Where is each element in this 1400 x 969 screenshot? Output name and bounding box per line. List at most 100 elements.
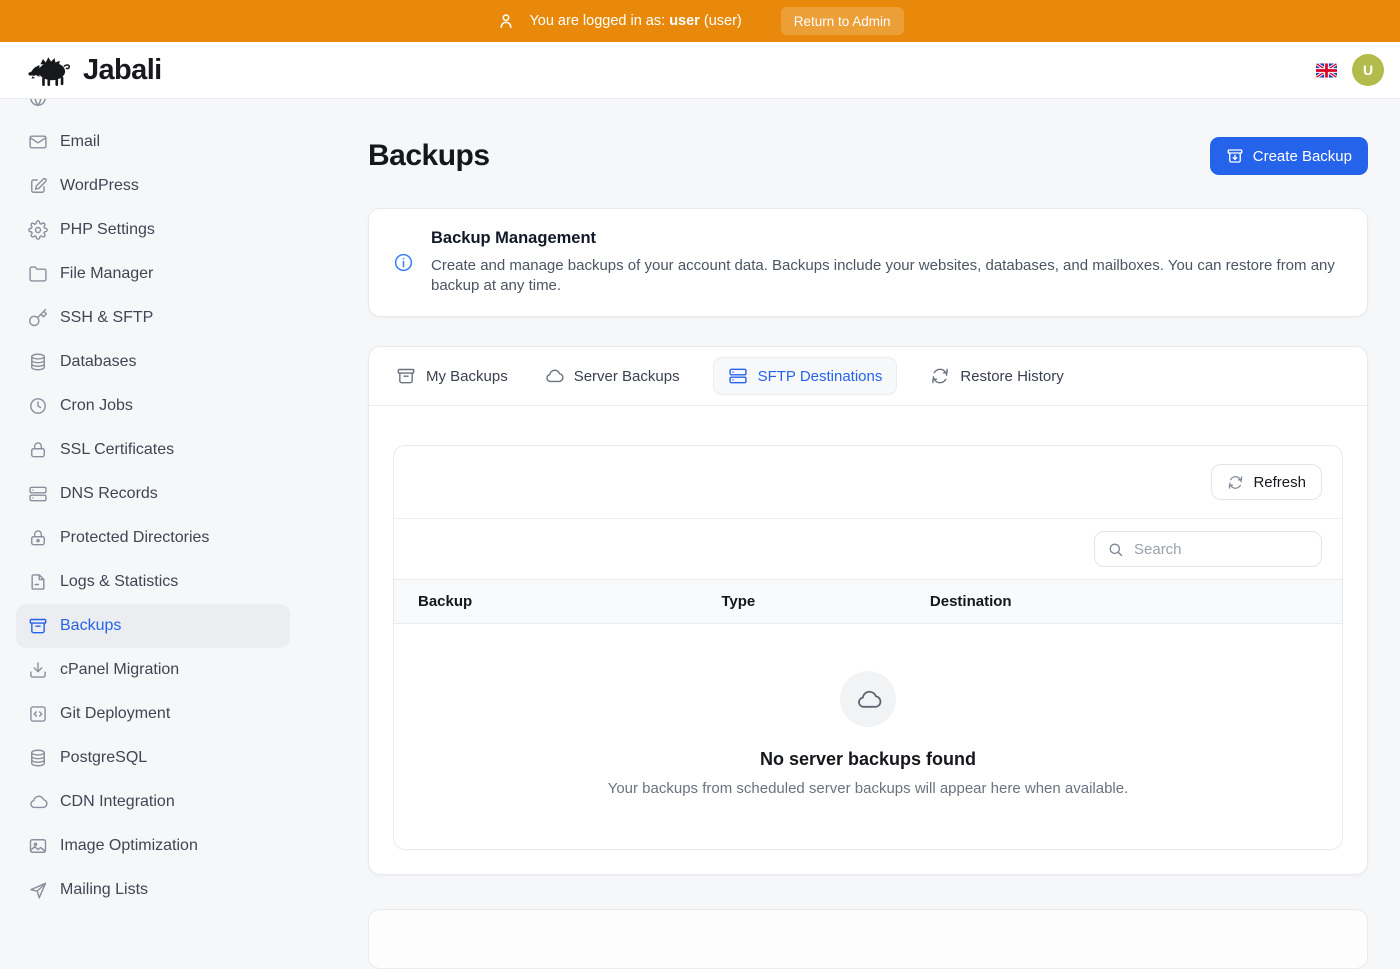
edit-icon [28, 176, 48, 196]
sidebar-item-ssl-certificates[interactable]: SSL Certificates [16, 428, 290, 472]
sidebar-item-label: Git Deployment [60, 705, 170, 723]
download-icon [28, 660, 48, 680]
sidebar-item-logs-statistics[interactable]: Logs & Statistics [16, 560, 290, 604]
empty-state-description: Your backups from scheduled server backu… [588, 779, 1148, 799]
empty-state: No server backups found Your backups fro… [394, 624, 1342, 849]
login-username: user [669, 13, 700, 29]
sidebar-item-label: Mailing Lists [60, 881, 148, 899]
search-field[interactable] [1132, 540, 1309, 559]
login-role: (user) [704, 13, 742, 29]
info-card-body: Create and manage backups of your accoun… [431, 256, 1343, 296]
sidebar-item-file-manager[interactable]: File Manager [16, 252, 290, 296]
column-header-destination: Destination [906, 580, 1342, 624]
server-icon [28, 484, 48, 504]
sftp-destinations-card: Refresh Bac [393, 445, 1343, 850]
tab-server-backups[interactable]: Server Backups [541, 357, 683, 395]
user-avatar[interactable]: U [1352, 54, 1384, 86]
send-icon [28, 880, 48, 900]
sidebar-item-databases[interactable]: Databases [16, 340, 290, 384]
sidebar-item-label: Databases [60, 353, 137, 371]
sidebar-item-cpanel-migration[interactable]: cPanel Migration [16, 648, 290, 692]
key-icon [28, 308, 48, 328]
clock-icon [28, 396, 48, 416]
sidebar-item-label: WordPress [60, 177, 139, 195]
archive-down-icon [1226, 147, 1244, 165]
sidebar-item-label: PostgreSQL [60, 749, 147, 767]
uk-flag-icon[interactable] [1316, 63, 1337, 78]
refresh-icon [1227, 474, 1244, 491]
sidebar-item-label: DNS Records [60, 485, 158, 503]
tab-label: Server Backups [574, 368, 680, 385]
app-header: Jabali U [0, 42, 1400, 99]
backups-panel: My Backups Server Backups SFTP Destination… [368, 346, 1368, 875]
server-stack-icon [728, 366, 748, 386]
main-content: Backups Create Backup Backup Management … [368, 99, 1368, 969]
mail-icon [28, 132, 48, 152]
sidebar-item-postgresql[interactable]: PostgreSQL [16, 736, 290, 780]
admin-topbar: You are logged in as: user (user) Return… [0, 0, 1400, 42]
info-card-title: Backup Management [431, 229, 1343, 248]
create-backup-label: Create Backup [1253, 148, 1352, 165]
sidebar-item-backups[interactable]: Backups [16, 604, 290, 648]
info-icon [393, 252, 414, 273]
shield-lock-icon [28, 528, 48, 548]
sidebar-item-protected-directories[interactable]: Protected Directories [16, 516, 290, 560]
sidebar-item-label: Backups [60, 617, 121, 635]
refresh-label: Refresh [1253, 474, 1306, 491]
sidebar-nav: Email WordPress PHP Settings File Manager SS… [0, 99, 306, 912]
sidebar-item-label: Cron Jobs [60, 397, 133, 415]
lock-icon [28, 440, 48, 460]
sidebar-item-wordpress[interactable]: WordPress [16, 164, 290, 208]
sidebar-item-hidden[interactable] [16, 99, 290, 120]
tabs-bar: My Backups Server Backups SFTP Destination… [369, 347, 1367, 406]
gear-icon [28, 220, 48, 240]
postgresql-icon [28, 748, 48, 768]
tab-label: My Backups [426, 368, 508, 385]
sidebar-item-label: Protected Directories [60, 529, 209, 547]
sidebar-item-label: Email [60, 133, 100, 151]
return-to-admin-button[interactable]: Return to Admin [781, 7, 904, 35]
refresh-icon [930, 366, 950, 386]
sidebar-item-label: Logs & Statistics [60, 573, 178, 591]
sidebar-item-ssh-sftp[interactable]: SSH & SFTP [16, 296, 290, 340]
search-icon [1107, 541, 1124, 558]
archive-icon [396, 366, 416, 386]
sidebar-item-label: File Manager [60, 265, 153, 283]
sidebar-item-image-optimization[interactable]: Image Optimization [16, 824, 290, 868]
backups-table: Backup Type Destination [394, 579, 1342, 624]
code-icon [28, 704, 48, 724]
refresh-button[interactable]: Refresh [1211, 464, 1322, 500]
search-input[interactable] [1094, 531, 1322, 567]
sidebar-item-php-settings[interactable]: PHP Settings [16, 208, 290, 252]
database-icon [28, 352, 48, 372]
user-icon [496, 11, 516, 31]
sidebar-item-label: SSL Certificates [60, 441, 174, 459]
tab-restore-history[interactable]: Restore History [927, 357, 1066, 395]
tab-sftp-destinations[interactable]: SFTP Destinations [713, 357, 898, 395]
page-title: Backups [368, 139, 490, 173]
sidebar-item-cron-jobs[interactable]: Cron Jobs [16, 384, 290, 428]
sidebar-item-label: cPanel Migration [60, 661, 179, 679]
boar-logo-icon [28, 54, 74, 87]
info-card: Backup Management Create and manage back… [368, 208, 1368, 317]
cloud-icon [544, 366, 564, 386]
tab-my-backups[interactable]: My Backups [393, 357, 511, 395]
sidebar-item-git-deployment[interactable]: Git Deployment [16, 692, 290, 736]
cloud-icon [28, 792, 48, 812]
sidebar-item-label: CDN Integration [60, 793, 175, 811]
document-icon [28, 572, 48, 592]
folder-icon [28, 264, 48, 284]
brand-logo[interactable]: Jabali [28, 54, 162, 87]
cloud-icon [840, 671, 896, 727]
sidebar-item-label: Image Optimization [60, 837, 198, 855]
column-header-backup: Backup [394, 580, 697, 624]
sidebar-item-cdn-integration[interactable]: CDN Integration [16, 780, 290, 824]
column-header-type: Type [697, 580, 906, 624]
sidebar-item-dns-records[interactable]: DNS Records [16, 472, 290, 516]
sidebar-item-email[interactable]: Email [16, 120, 290, 164]
globe-icon [28, 99, 48, 108]
sidebar-item-mailing-lists[interactable]: Mailing Lists [16, 868, 290, 912]
next-section-peek [368, 909, 1368, 969]
tab-label: SFTP Destinations [758, 368, 883, 385]
create-backup-button[interactable]: Create Backup [1210, 137, 1368, 175]
